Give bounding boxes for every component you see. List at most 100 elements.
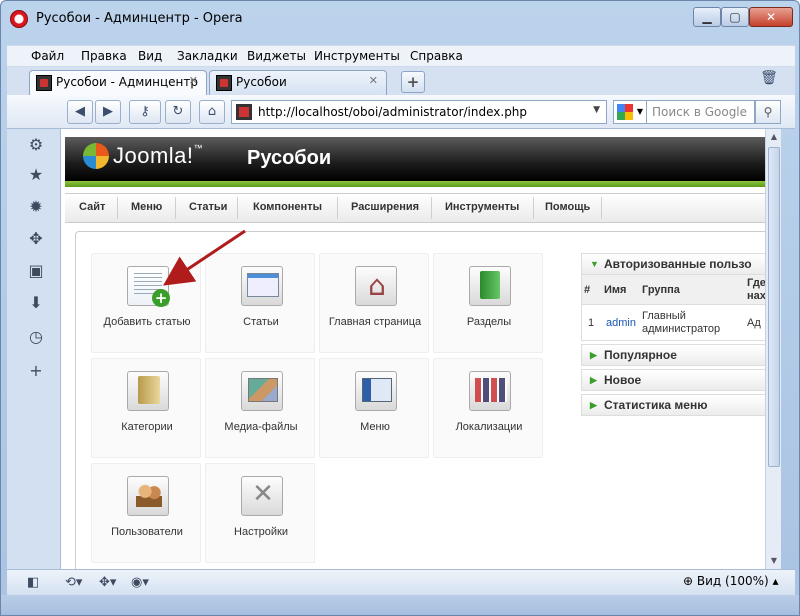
icon-label: Добавить статью: [103, 316, 191, 328]
popular-module-header[interactable]: ▶ Популярное: [581, 344, 765, 366]
joomla-logo-text: Joomla!: [113, 143, 194, 168]
global-config-button[interactable]: Настройки: [205, 463, 315, 563]
tools-icon: [241, 476, 283, 516]
add-article-button[interactable]: Добавить статью: [91, 253, 201, 353]
panel-toggle-icon[interactable]: ◧: [27, 574, 39, 592]
joomla-logo-tm: ™: [193, 143, 204, 153]
logged-users-module-header[interactable]: ▼ Авторизованные пользо: [581, 253, 765, 275]
joomla-menu-help[interactable]: Помощь: [545, 201, 590, 213]
frontpage-button[interactable]: Главная страница: [319, 253, 429, 353]
zoom-control[interactable]: ⊕ Вид (100%) ▴: [683, 574, 779, 588]
scrollbar-thumb[interactable]: [768, 147, 780, 467]
minimize-button[interactable]: ▁: [693, 7, 721, 27]
chevron-down-icon[interactable]: ▼: [593, 105, 600, 115]
zoom-label: Вид (100%): [696, 574, 769, 588]
col-num: #: [584, 284, 591, 296]
menu-file[interactable]: Файл: [31, 49, 64, 63]
speed-dial-icon[interactable]: ⚙: [26, 135, 46, 155]
header-accent-strip: [65, 181, 765, 187]
home-button[interactable]: ⌂: [199, 100, 225, 124]
side-panel-bar: ⚙ ★ ✹ ✥ ▣ ⬇ ◷ +: [7, 129, 61, 569]
joomla-menu-tools[interactable]: Инструменты: [445, 201, 519, 213]
search-engine-selector[interactable]: ▼: [613, 100, 647, 124]
notes-icon[interactable]: ▣: [26, 261, 46, 281]
icon-label: Статьи: [243, 316, 279, 328]
joomla-menu-site[interactable]: Сайт: [79, 201, 105, 213]
close-tab-icon[interactable]: ✕: [189, 74, 198, 87]
col-name: Имя: [604, 284, 627, 296]
joomla-header: Joomla!™ Русобои: [65, 137, 765, 181]
address-url[interactable]: http://localhost/oboi/administrator/inde…: [258, 105, 527, 119]
menu-stats-module-header[interactable]: ▶ Статистика меню: [581, 394, 765, 416]
col-where-1: Где: [747, 277, 765, 289]
menu-bookmarks[interactable]: Закладки: [177, 49, 238, 63]
joomla-menu-components[interactable]: Компоненты: [253, 201, 322, 213]
maximize-button[interactable]: ▢: [721, 7, 749, 27]
row-group-1: Главный: [642, 310, 686, 322]
chevron-down-icon: ▼: [636, 107, 643, 116]
tab-admin[interactable]: Русобои - Админцентр ✕: [29, 70, 207, 95]
status-bar: ◧ ⟲▾ ✥▾ ◉▾ ⊕ Вид (100%) ▴: [7, 569, 795, 595]
module-title: Статистика меню: [604, 398, 708, 412]
title-bar: Русобои - Админцентр - Opera ▁ ▢ ✕: [1, 1, 799, 43]
icon-label: Разделы: [466, 316, 512, 328]
articles-button[interactable]: Статьи: [205, 253, 315, 353]
browser-window: Русобои - Админцентр - Opera ▁ ▢ ✕ Файл …: [0, 0, 800, 616]
menu-view[interactable]: Вид: [138, 49, 162, 63]
sections-button[interactable]: Разделы: [433, 253, 543, 353]
joomla-logo-icon: [83, 143, 109, 169]
joomla-menu-bar: Сайт Меню Статьи Компоненты Расширения И…: [65, 193, 765, 223]
unite-icon[interactable]: ✥▾: [99, 574, 116, 592]
trash-icon[interactable]: 🗑: [759, 70, 779, 92]
joomla-menu-extensions[interactable]: Расширения: [351, 201, 419, 213]
new-tab-button[interactable]: +: [401, 71, 425, 93]
close-tab-icon[interactable]: ✕: [369, 74, 378, 87]
transfers-icon[interactable]: ✥: [26, 229, 46, 249]
search-button[interactable]: ⚲: [755, 100, 781, 124]
widgets-icon[interactable]: ✹: [26, 197, 46, 217]
navigation-bar: ◀ ▶ ⚷ ↻ ⌂ http://localhost/oboi/administ…: [7, 95, 795, 129]
back-button[interactable]: ◀: [67, 100, 93, 124]
menu-edit[interactable]: Правка: [81, 49, 127, 63]
downloads-icon[interactable]: ⬇: [26, 293, 46, 313]
row-num: 1: [588, 317, 595, 329]
menu-tools[interactable]: Инструменты: [314, 49, 400, 63]
wand-icon[interactable]: ⚷: [129, 100, 161, 124]
languages-button[interactable]: Локализации: [433, 358, 543, 458]
address-bar[interactable]: http://localhost/oboi/administrator/inde…: [231, 100, 607, 124]
menu-help[interactable]: Справка: [410, 49, 463, 63]
sync-icon[interactable]: ⟲▾: [65, 574, 82, 592]
user-link[interactable]: admin: [606, 317, 636, 329]
add-panel-icon[interactable]: +: [26, 361, 46, 381]
row-where: Ад: [747, 317, 761, 329]
zoom-icon: ⊕: [683, 574, 697, 588]
window-title: Русобои - Админцентр - Opera: [36, 11, 243, 26]
joomla-favicon-icon: [36, 75, 52, 91]
modules-panel: ▼ Авторизованные пользо # Имя Группа Где…: [581, 253, 765, 419]
home-icon: [355, 266, 397, 306]
categories-button[interactable]: Категории: [91, 358, 201, 458]
joomla-menu-articles[interactable]: Статьи: [189, 201, 227, 213]
tab-label: Русобои: [236, 75, 287, 89]
icon-label: Меню: [360, 421, 390, 433]
scroll-down-icon[interactable]: ▼: [766, 553, 782, 569]
bookmarks-icon[interactable]: ★: [26, 165, 46, 185]
page-content: Joomla!™ Русобои Сайт Меню Статьи Компон…: [61, 129, 765, 569]
turbo-icon[interactable]: ◉▾: [131, 574, 149, 592]
vertical-scrollbar[interactable]: ▲ ▼: [765, 129, 781, 569]
scroll-up-icon[interactable]: ▲: [766, 129, 782, 145]
search-input[interactable]: Поиск в Google: [647, 100, 755, 124]
add-article-icon: [127, 266, 170, 307]
media-button[interactable]: Медиа-файлы: [205, 358, 315, 458]
tab-site[interactable]: Русобои ✕: [209, 70, 387, 95]
menu-widgets[interactable]: Виджеты: [247, 49, 306, 63]
reload-button[interactable]: ↻: [165, 100, 191, 124]
latest-module-header[interactable]: ▶ Новое: [581, 369, 765, 391]
joomla-menu-menus[interactable]: Меню: [131, 201, 162, 213]
flags-icon: [469, 371, 511, 411]
forward-button[interactable]: ▶: [95, 100, 121, 124]
users-button[interactable]: Пользователи: [91, 463, 201, 563]
menu-manager-button[interactable]: Меню: [319, 358, 429, 458]
history-icon[interactable]: ◷: [26, 327, 46, 347]
close-window-button[interactable]: ✕: [749, 7, 793, 27]
